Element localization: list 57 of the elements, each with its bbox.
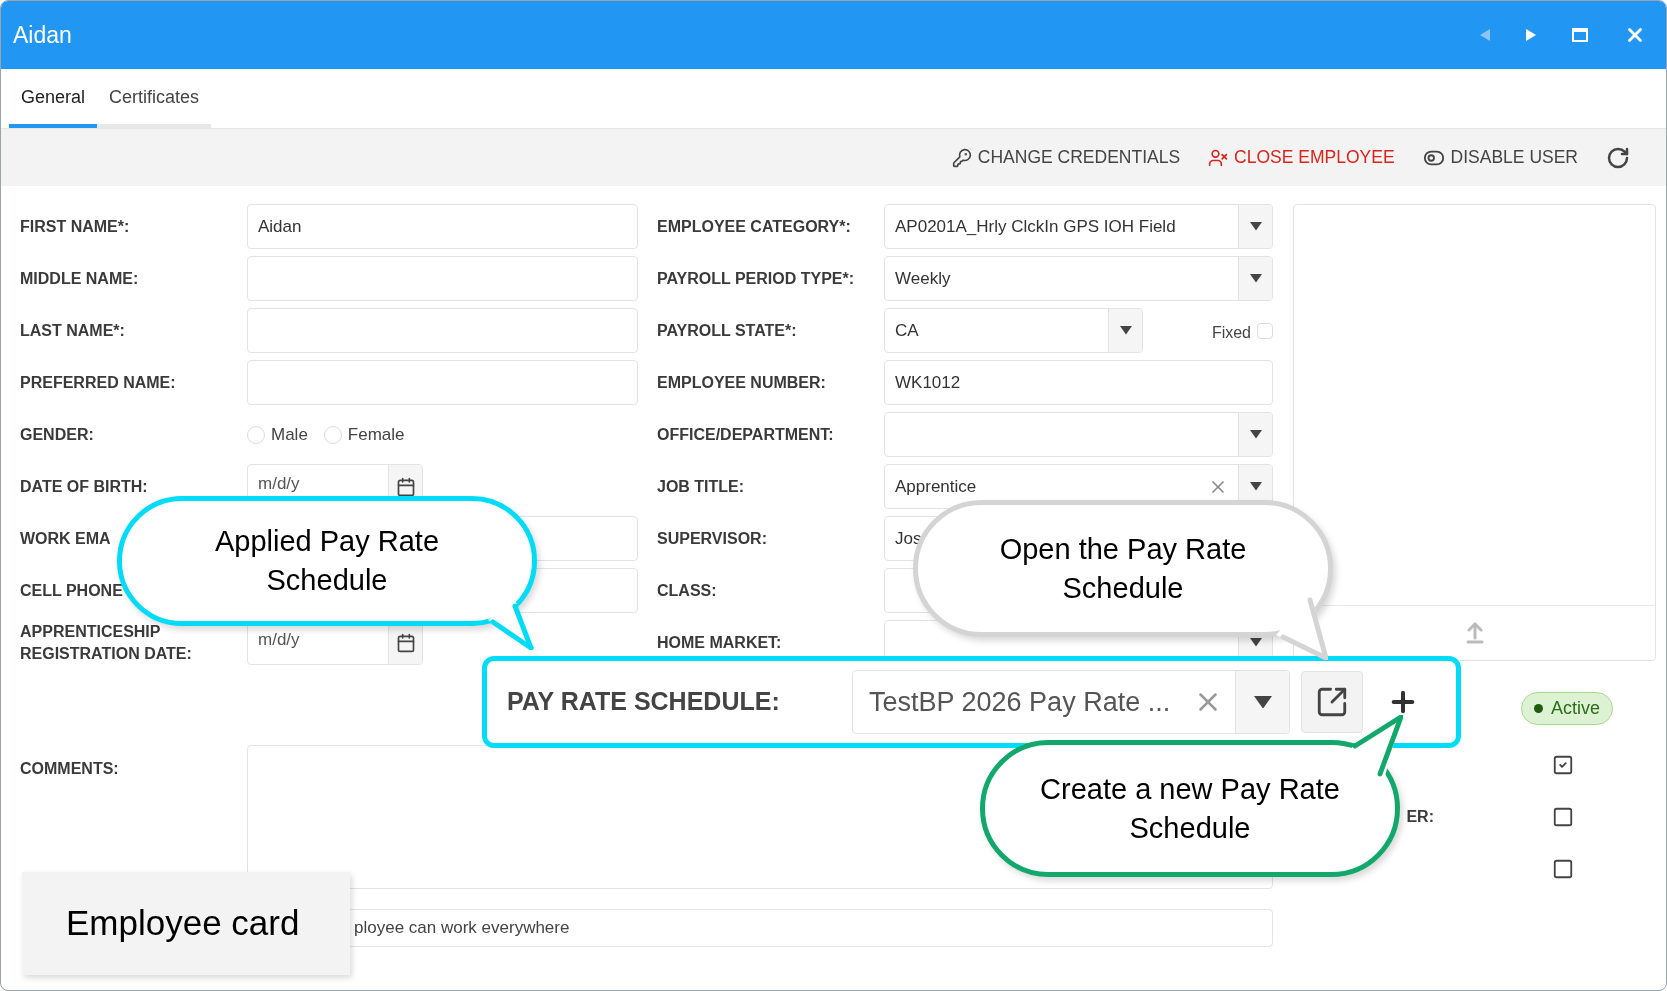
toolbar-button[interactable]: DISABLE USER (1422, 144, 1578, 171)
field-label: PAYROLL PERIOD TYPE*: (657, 268, 856, 289)
caret-icon (1249, 274, 1262, 283)
caret-icon (1249, 482, 1262, 491)
field-label: OFFICE/DEPARTMENT: (657, 424, 835, 445)
field-label: PAY RATE SCHEDULE: (507, 686, 781, 718)
refresh-icon[interactable] (1606, 145, 1630, 170)
open-button[interactable] (1301, 671, 1363, 733)
field-label: APPRENTICESHIP REGISTRATION DATE: (20, 621, 193, 664)
field-label: EMPLOYEE NUMBER: (657, 372, 827, 393)
field-label: JOB TITLE: (657, 476, 746, 497)
dropdown[interactable]: Weekly (884, 256, 1273, 301)
user-remove-icon (1208, 147, 1229, 168)
text-field[interactable]: WK1012 (884, 360, 1273, 405)
caret-icon (1253, 695, 1272, 709)
external-link-icon (1315, 685, 1349, 719)
text-field[interactable] (247, 360, 638, 405)
caption-tooltip: Employee card (22, 872, 350, 975)
caret-icon (1249, 430, 1262, 439)
previous-icon[interactable] (1480, 29, 1490, 41)
text-field[interactable]: Aidan (247, 204, 638, 249)
keys-icon (951, 147, 972, 168)
caret-icon (1119, 326, 1132, 335)
field-label: LAST NAME*: (20, 320, 126, 341)
caret-icon (1249, 222, 1262, 231)
toolbar-button[interactable]: CLOSE EMPLOYEE (1208, 144, 1395, 171)
field-label: SUPERVISOR: (657, 528, 768, 549)
window-title: Aidan (13, 20, 73, 50)
checkbox-label: Fixed (1211, 322, 1251, 343)
field-label: COMMENTS: (20, 759, 120, 779)
field-label: CLASS: (657, 580, 718, 601)
field-label: PAYROLL STATE*: (657, 320, 798, 341)
calendar-icon[interactable] (395, 632, 416, 653)
status-badge: Active (1520, 692, 1613, 725)
field-label: EMPLOYEE CATEGORY*: (657, 216, 852, 237)
radio-label: Male (271, 423, 308, 446)
checkbox[interactable] (1552, 858, 1574, 880)
checkbox[interactable] (1552, 806, 1574, 828)
dropdown[interactable]: CA (884, 308, 1143, 353)
field-label: MIDDLE NAME: (20, 268, 140, 289)
field-label: CELL PHONE (20, 580, 124, 601)
checkbox[interactable] (1552, 754, 1574, 776)
text-field[interactable] (247, 256, 638, 301)
field-label: HOME MARKET: (657, 632, 783, 653)
next-icon[interactable] (1526, 29, 1536, 41)
field-label: ER: (1406, 807, 1434, 827)
calendar-icon[interactable] (395, 476, 416, 497)
field-label: DATE OF BIRTH: (20, 476, 149, 497)
radio-label: Female (347, 423, 405, 446)
field-label: FIRST NAME*: (20, 216, 131, 237)
field-label: GENDER: (20, 424, 95, 445)
dropdown[interactable]: TestBP 2026 Pay Rate ... (852, 670, 1290, 734)
field-label: PREFERRED NAME: (20, 372, 177, 393)
maximize-icon[interactable] (1572, 28, 1588, 42)
text-field[interactable] (247, 308, 638, 353)
dropdown[interactable]: AP0201A_Hrly ClckIn GPS IOH Field (884, 204, 1273, 249)
toolbar-button[interactable]: CHANGE CREDENTIALS (951, 144, 1181, 171)
